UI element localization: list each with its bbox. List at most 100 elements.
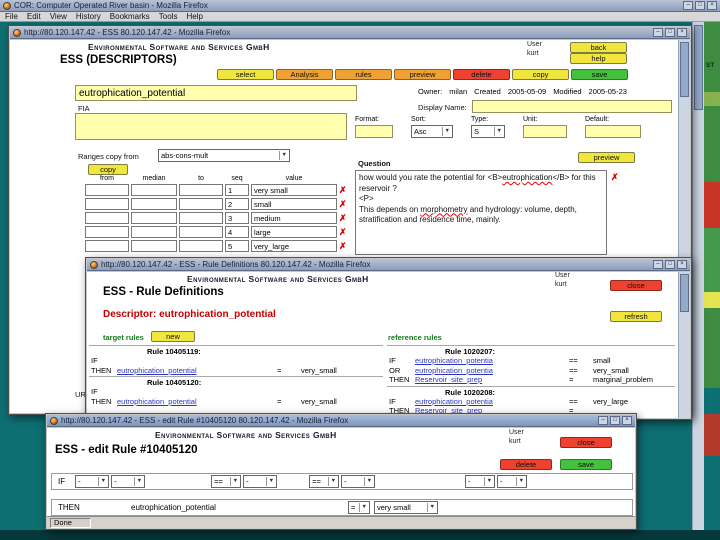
save-button[interactable]: save — [571, 69, 628, 80]
ranges-select[interactable]: abs-cons-mult ▼ — [158, 149, 290, 162]
rule-link[interactable]: Reservoir_site_prep — [415, 375, 569, 385]
rule-link[interactable]: eutrophication_potentia — [415, 356, 569, 366]
cor-scrollbar[interactable] — [692, 22, 704, 530]
menu-file[interactable]: File — [5, 12, 18, 21]
maximize-icon[interactable]: □ — [665, 260, 675, 269]
maximize-icon[interactable]: □ — [665, 28, 675, 37]
close-button[interactable]: close — [560, 437, 612, 448]
from-input[interactable] — [85, 184, 129, 196]
then-value-select[interactable]: very small ▼ — [374, 501, 438, 514]
minimize-icon[interactable]: – — [683, 1, 693, 10]
display-name-input[interactable] — [472, 100, 672, 113]
condition-select[interactable]: - ▼ — [341, 475, 376, 488]
delete-row-icon[interactable]: ✗ — [339, 241, 351, 251]
preview-button[interactable]: preview — [394, 69, 451, 80]
descriptors-scrollbar-thumb[interactable] — [680, 42, 689, 97]
to-input[interactable] — [179, 212, 223, 224]
close-icon[interactable]: × — [677, 260, 687, 269]
seq-input[interactable] — [225, 212, 249, 224]
save-rule-button[interactable]: save — [560, 459, 612, 470]
maximize-icon[interactable]: □ — [610, 416, 620, 425]
delete-row-icon[interactable]: ✗ — [339, 185, 351, 195]
refresh-button[interactable]: refresh — [610, 311, 662, 322]
menu-help[interactable]: Help — [186, 12, 202, 21]
to-input[interactable] — [179, 240, 223, 252]
seq-input[interactable] — [225, 226, 249, 238]
delete-button[interactable]: delete — [453, 69, 510, 80]
median-input[interactable] — [131, 212, 177, 224]
help-button[interactable]: help — [570, 53, 627, 64]
cor-scrollbar-thumb[interactable] — [694, 25, 703, 110]
analysis-button[interactable]: Analysis — [276, 69, 333, 80]
menu-view[interactable]: View — [50, 12, 67, 21]
from-input[interactable] — [85, 226, 129, 238]
sort-select[interactable]: Asc ▼ — [411, 125, 453, 138]
format-input[interactable] — [355, 125, 393, 138]
edit-rule-titlebar[interactable]: http://80.120.147.42 - ESS - edit Rule #… — [47, 415, 635, 427]
cor-window-titlebar[interactable]: COR: Computer Operated River basin - Moz… — [0, 0, 720, 12]
from-input[interactable] — [85, 240, 129, 252]
delete-question-icon[interactable]: ✗ — [611, 173, 619, 182]
rule-link[interactable]: eutrophication_potential — [117, 397, 277, 407]
back-button[interactable]: back — [570, 42, 627, 53]
rules-button[interactable]: rules — [335, 69, 392, 80]
question-textarea[interactable]: how would you rate the potential for <B>… — [355, 170, 607, 255]
delete-row-icon[interactable]: ✗ — [339, 199, 351, 209]
median-input[interactable] — [131, 240, 177, 252]
operator-select[interactable]: == ▼ — [211, 475, 242, 488]
maximize-icon[interactable]: □ — [695, 1, 705, 10]
delete-rule-button[interactable]: delete — [500, 459, 552, 470]
type-select[interactable]: S ▼ — [471, 125, 505, 138]
to-input[interactable] — [179, 198, 223, 210]
from-input[interactable] — [85, 212, 129, 224]
unit-input[interactable] — [523, 125, 567, 138]
delete-row-icon[interactable]: ✗ — [339, 227, 351, 237]
condition-select[interactable]: - ▼ — [497, 475, 528, 488]
close-icon[interactable]: × — [707, 1, 717, 10]
close-icon[interactable]: × — [622, 416, 632, 425]
median-input[interactable] — [131, 184, 177, 196]
condition-select[interactable]: - ▼ — [243, 475, 278, 488]
condition-select[interactable]: - ▼ — [111, 475, 146, 488]
question-preview-button[interactable]: preview — [578, 152, 635, 163]
minimize-icon[interactable]: – — [653, 260, 663, 269]
select-button[interactable]: select — [217, 69, 274, 80]
rule-link[interactable]: eutrophication_potential — [117, 366, 277, 376]
minimize-icon[interactable]: – — [653, 28, 663, 37]
value-input[interactable] — [251, 240, 337, 252]
value-input[interactable] — [251, 212, 337, 224]
to-input[interactable] — [179, 184, 223, 196]
descriptors-window-titlebar[interactable]: http://80.120.147.42 - ESS 80.120.147.42… — [10, 27, 690, 39]
new-rule-button[interactable]: new — [151, 331, 195, 342]
delete-row-icon[interactable]: ✗ — [339, 213, 351, 223]
default-input[interactable] — [585, 125, 641, 138]
copy-button[interactable]: copy — [512, 69, 569, 80]
rule-link[interactable]: eutrophication_potentia — [415, 397, 569, 407]
median-input[interactable] — [131, 226, 177, 238]
rule-definitions-scrollbar[interactable] — [678, 272, 690, 418]
seq-input[interactable] — [225, 240, 249, 252]
minimize-icon[interactable]: – — [598, 416, 608, 425]
fia-textarea[interactable] — [75, 113, 347, 140]
descriptor-name-input[interactable] — [75, 85, 357, 101]
rule-definitions-scrollbar-thumb[interactable] — [680, 274, 689, 312]
rule-definitions-titlebar[interactable]: http://80.120.147.42 - ESS - Rule Defini… — [87, 259, 690, 271]
median-input[interactable] — [131, 198, 177, 210]
seq-input[interactable] — [225, 198, 249, 210]
value-input[interactable] — [251, 184, 337, 196]
close-button[interactable]: close — [610, 280, 662, 291]
close-icon[interactable]: × — [677, 28, 687, 37]
menu-edit[interactable]: Edit — [27, 12, 41, 21]
value-input[interactable] — [251, 198, 337, 210]
menu-tools[interactable]: Tools — [159, 12, 178, 21]
condition-select[interactable]: - ▼ — [465, 475, 496, 488]
then-operator-select[interactable]: = ▼ — [348, 501, 370, 514]
from-input[interactable] — [85, 198, 129, 210]
operator-select[interactable]: == ▼ — [309, 475, 340, 488]
seq-input[interactable] — [225, 184, 249, 196]
condition-select[interactable]: - ▼ — [75, 475, 110, 488]
rule-link[interactable]: eutrophication_potentia — [415, 366, 569, 376]
to-input[interactable] — [179, 226, 223, 238]
menu-bookmarks[interactable]: Bookmarks — [110, 12, 150, 21]
value-input[interactable] — [251, 226, 337, 238]
